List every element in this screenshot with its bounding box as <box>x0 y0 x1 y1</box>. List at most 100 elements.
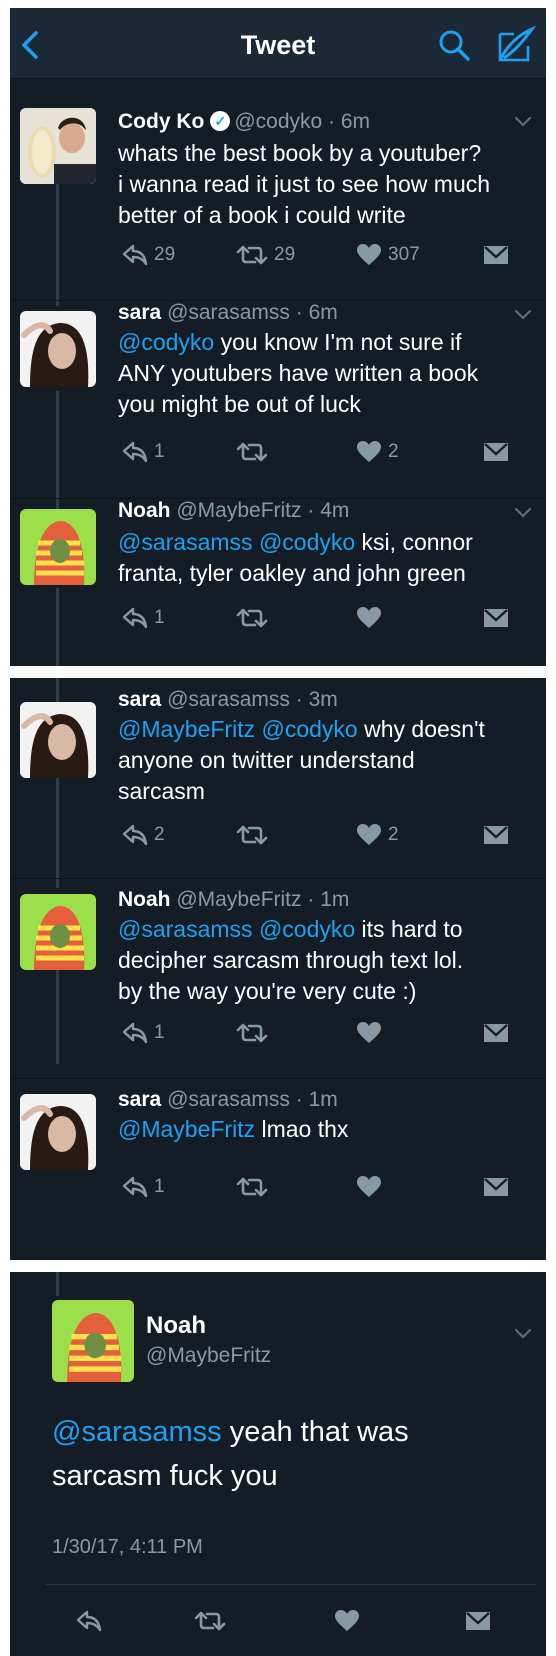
reply-count: 1 <box>154 441 165 462</box>
direct-message-button[interactable] <box>482 603 510 633</box>
retweet-button[interactable] <box>236 437 268 467</box>
display-name[interactable]: Noah <box>118 888 171 911</box>
handle[interactable]: @codyko <box>234 110 322 133</box>
reply-button[interactable]: 1 <box>122 1018 165 1048</box>
reply-button[interactable]: 1 <box>122 437 165 467</box>
tweet-actions <box>66 1606 526 1636</box>
reply-button[interactable]: 1 <box>122 603 165 633</box>
mention-link[interactable]: @codyko <box>118 329 214 355</box>
mention-link[interactable]: @sarasamss <box>52 1416 222 1448</box>
reply-button[interactable]: 29 <box>122 240 175 270</box>
tweet-line: decipher sarcasm through text lol. <box>118 947 464 973</box>
mention-link[interactable]: @MaybeFritz <box>118 716 255 742</box>
thread-panel-1: Tweet Cody Ko ✓ @codyko · 6m whats the b… <box>10 8 546 666</box>
timestamp: 6m <box>308 301 338 324</box>
direct-message-button[interactable] <box>482 437 510 467</box>
avatar[interactable] <box>20 702 96 778</box>
display-name[interactable]: Noah <box>118 499 171 522</box>
reply-count: 29 <box>154 244 176 265</box>
tweet-actions: 1 <box>118 603 528 633</box>
direct-message-button[interactable] <box>464 1606 492 1636</box>
handle[interactable]: @MaybeFritz <box>176 499 301 522</box>
display-name[interactable]: Cody Ko <box>118 110 204 133</box>
retweet-count: 29 <box>274 244 296 265</box>
tweet-line: sarcasm <box>118 778 205 804</box>
tweet-actions: 2 2 <box>118 820 528 850</box>
like-button[interactable]: 2 <box>356 437 399 467</box>
tweet-header: Cody Ko ✓ @codyko · 6m <box>118 110 371 133</box>
caret-down-icon[interactable] <box>514 309 532 321</box>
avatar[interactable] <box>52 1300 134 1382</box>
display-name[interactable]: sara <box>118 1088 161 1111</box>
avatar[interactable] <box>20 509 96 585</box>
mention-link[interactable]: @MaybeFritz <box>118 1116 255 1142</box>
avatar[interactable] <box>20 108 96 184</box>
like-button[interactable] <box>334 1606 360 1636</box>
mention-link[interactable]: @sarasamss <box>118 916 253 942</box>
reply-count: 2 <box>154 824 165 845</box>
like-button[interactable] <box>356 1018 382 1048</box>
direct-message-button[interactable] <box>482 1018 510 1048</box>
reply-count: 1 <box>154 1176 165 1197</box>
handle[interactable]: @sarasamss <box>167 301 290 324</box>
mention-link[interactable]: @codyko <box>259 529 355 555</box>
tweet-card[interactable]: sara @sarasamss · 1m @MaybeFritz lmao th… <box>10 1088 546 1260</box>
tweet-card[interactable]: sara @sarasamss · 6m @codyko you know I'… <box>10 301 546 501</box>
display-name[interactable]: sara <box>118 301 161 324</box>
handle[interactable]: @sarasamss <box>167 1088 290 1111</box>
direct-message-icon <box>482 441 510 463</box>
caret-down-icon[interactable] <box>514 507 532 519</box>
tweet-header: Noah @MaybeFritz · 4m <box>118 499 350 522</box>
reply-icon <box>122 1022 148 1044</box>
retweet-button[interactable] <box>236 820 268 850</box>
retweet-button[interactable] <box>194 1606 226 1636</box>
avatar[interactable] <box>20 311 96 387</box>
heart-icon <box>334 1609 360 1633</box>
direct-message-button[interactable] <box>482 1172 510 1202</box>
like-button[interactable]: 307 <box>356 240 420 270</box>
tweet-header: Noah @MaybeFritz · 1m <box>118 888 350 911</box>
display-name[interactable]: Noah <box>146 1312 206 1340</box>
retweet-button[interactable] <box>236 1018 268 1048</box>
handle[interactable]: @MaybeFritz <box>176 888 301 911</box>
tweet-actions: 1 2 <box>118 437 528 467</box>
tweet-card[interactable]: sara @sarasamss · 3m @MaybeFritz @codyko… <box>10 688 546 888</box>
verified-badge-icon: ✓ <box>210 111 231 131</box>
direct-message-button[interactable] <box>482 240 510 270</box>
display-name[interactable]: sara <box>118 688 161 711</box>
tweet-line: ksi, connor <box>355 529 473 555</box>
like-button[interactable]: 2 <box>356 820 399 850</box>
tweet-text: whats the best book by a youtuber? i wan… <box>118 138 538 231</box>
retweet-icon <box>236 607 268 629</box>
direct-message-icon <box>464 1610 492 1632</box>
like-button[interactable] <box>356 1172 382 1202</box>
mention-link[interactable]: @codyko <box>261 716 357 742</box>
caret-down-icon[interactable] <box>514 1328 532 1340</box>
divider <box>10 878 546 879</box>
retweet-button[interactable] <box>236 603 268 633</box>
tweet-text: @MaybeFritz @codyko why doesn't anyone o… <box>118 714 538 807</box>
mention-link[interactable]: @sarasamss <box>118 529 253 555</box>
like-button[interactable] <box>356 603 382 633</box>
direct-message-icon <box>482 244 510 266</box>
direct-message-button[interactable] <box>482 820 510 850</box>
tweet-card[interactable]: Noah @MaybeFritz · 1m @sarasamss @codyko… <box>10 888 546 1088</box>
handle[interactable]: @sarasamss <box>167 688 290 711</box>
avatar[interactable] <box>20 1094 96 1170</box>
search-icon[interactable] <box>438 29 470 61</box>
tweet-card[interactable]: Cody Ko ✓ @codyko · 6m whats the best book… <box>10 90 546 300</box>
retweet-button[interactable] <box>236 1172 268 1202</box>
caret-down-icon[interactable] <box>514 116 532 128</box>
retweet-button[interactable]: 29 <box>236 240 295 270</box>
reply-button[interactable]: 2 <box>122 820 165 850</box>
retweet-icon <box>236 824 268 846</box>
tweet-line: better of a book i could write <box>118 202 406 228</box>
reply-button[interactable] <box>76 1606 102 1636</box>
reply-button[interactable]: 1 <box>122 1172 165 1202</box>
tweet-card[interactable]: Noah @MaybeFritz · 4m @sarasamss @codyko… <box>10 499 546 666</box>
tweet-timestamp: 1/30/17, 4:11 PM <box>52 1536 203 1558</box>
compose-icon[interactable] <box>496 26 536 64</box>
mention-link[interactable]: @codyko <box>259 916 355 942</box>
handle[interactable]: @MaybeFritz <box>146 1344 271 1368</box>
avatar[interactable] <box>20 894 96 970</box>
